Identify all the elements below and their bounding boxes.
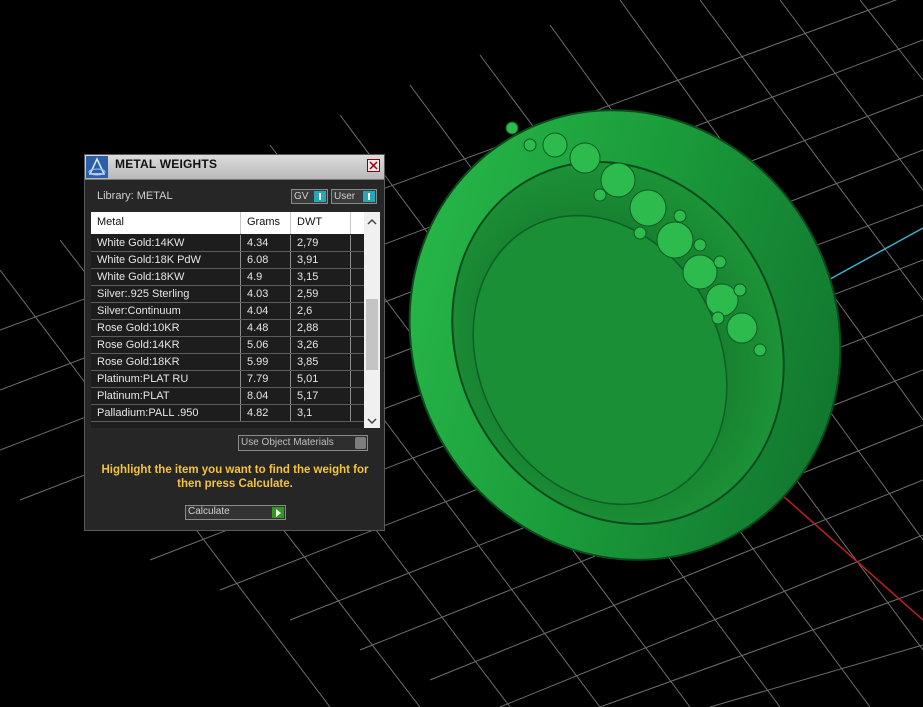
- library-label: Library: METAL: [97, 190, 173, 202]
- column-header-grams[interactable]: Grams: [247, 216, 280, 228]
- toggle-knob: [355, 437, 366, 449]
- scroll-thumb[interactable]: [366, 299, 378, 370]
- cell-metal: Platinum:PLAT RU: [97, 373, 189, 385]
- use-object-materials-label: Use Object Materials: [241, 437, 334, 448]
- cell-dwt: 3,26: [297, 339, 319, 351]
- use-object-materials-toggle[interactable]: Use Object Materials: [238, 435, 368, 451]
- user-toggle[interactable]: User: [331, 189, 377, 204]
- app-logo-icon: [86, 156, 108, 178]
- cell-metal: Rose Gold:14KR: [97, 339, 180, 351]
- cell-dwt: 5,17: [297, 390, 319, 402]
- close-icon: [369, 161, 378, 170]
- cell-metal: White Gold:14KW: [97, 237, 185, 249]
- cell-dwt: 3,15: [297, 271, 319, 283]
- cell-metal: White Gold:18KW: [97, 271, 185, 283]
- table-header: Metal Grams DWT: [91, 212, 364, 234]
- scroll-down-icon[interactable]: [367, 416, 377, 426]
- cell-metal: Palladium:PALL .950: [97, 407, 199, 419]
- cell-metal: Rose Gold:10KR: [97, 322, 180, 334]
- user-toggle-label: User: [334, 191, 356, 202]
- cell-grams: 4.34: [247, 237, 269, 249]
- cell-dwt: 2,88: [297, 322, 319, 334]
- cell-metal: Rose Gold:18KR: [97, 356, 180, 368]
- cell-dwt: 3,91: [297, 254, 319, 266]
- table-row[interactable]: Palladium:PALL .950 4.82 3,1: [91, 405, 364, 422]
- ring-model[interactable]: [333, 36, 918, 635]
- cell-grams: 4.9: [247, 271, 263, 283]
- cell-dwt: 2,59: [297, 288, 319, 300]
- cell-grams: 7.79: [247, 373, 269, 385]
- cell-grams: 4.04: [247, 305, 269, 317]
- close-button[interactable]: [367, 159, 380, 172]
- window-titlebar[interactable]: METAL WEIGHTS: [85, 155, 384, 180]
- gv-toggle-label: GV: [294, 191, 309, 202]
- play-arrow-icon: [272, 507, 284, 518]
- calculate-label: Calculate: [188, 506, 230, 517]
- table-row[interactable]: Rose Gold:10KR 4.48 2,88: [91, 320, 364, 337]
- gv-toggle-knob: [314, 191, 326, 202]
- cell-metal: White Gold:18K PdW: [97, 254, 201, 266]
- instructions-text: Highlight the item you want to find the …: [101, 464, 369, 490]
- table-row[interactable]: Platinum:PLAT RU 7.79 5,01: [91, 371, 364, 388]
- cell-dwt: 2,6: [297, 305, 313, 317]
- scroll-up-icon[interactable]: [367, 217, 377, 227]
- metal-weights-window: METAL WEIGHTS Library: METAL GV User Met…: [84, 154, 385, 531]
- table-row[interactable]: Platinum:PLAT 8.04 5,17: [91, 388, 364, 405]
- window-title: METAL WEIGHTS: [115, 157, 218, 171]
- cell-metal: Platinum:PLAT: [97, 390, 170, 402]
- column-header-dwt[interactable]: DWT: [297, 216, 322, 228]
- cell-grams: 8.04: [247, 390, 269, 402]
- cell-dwt: 2,79: [297, 237, 319, 249]
- cell-metal: Silver:Continuum: [97, 305, 181, 317]
- calculate-button[interactable]: Calculate: [185, 505, 286, 520]
- cell-dwt: 3,1: [297, 407, 313, 419]
- cell-grams: 5.06: [247, 339, 269, 351]
- column-header-metal[interactable]: Metal: [97, 216, 124, 228]
- cell-dwt: 3,85: [297, 356, 319, 368]
- table-row[interactable]: Rose Gold:18KR 5.99 3,85: [91, 354, 364, 371]
- cell-grams: 4.82: [247, 407, 269, 419]
- cell-grams: 6.08: [247, 254, 269, 266]
- cell-metal: Silver:.925 Sterling: [97, 288, 190, 300]
- table-row[interactable]: White Gold:18KW 4.9 3,15: [91, 269, 364, 286]
- cell-grams: 4.03: [247, 288, 269, 300]
- table-rows: White Gold:14KW 4.34 2,79 White Gold:18K Pd…: [91, 235, 364, 422]
- cell-grams: 5.99: [247, 356, 269, 368]
- cell-grams: 4.48: [247, 322, 269, 334]
- table-row[interactable]: Silver:Continuum 4.04 2,6: [91, 303, 364, 320]
- table-row[interactable]: White Gold:18K PdW 6.08 3,91: [91, 252, 364, 269]
- table-scrollbar[interactable]: [364, 212, 380, 428]
- table-row[interactable]: Rose Gold:14KR 5.06 3,26: [91, 337, 364, 354]
- table-row[interactable]: Silver:.925 Sterling 4.03 2,59: [91, 286, 364, 303]
- table-row[interactable]: White Gold:14KW 4.34 2,79: [91, 235, 364, 252]
- user-toggle-knob: [363, 191, 375, 202]
- cell-dwt: 5,01: [297, 373, 319, 385]
- metal-table[interactable]: Metal Grams DWT White Gold:14KW 4.34 2,79 W…: [91, 212, 380, 428]
- gv-toggle[interactable]: GV: [291, 189, 328, 204]
